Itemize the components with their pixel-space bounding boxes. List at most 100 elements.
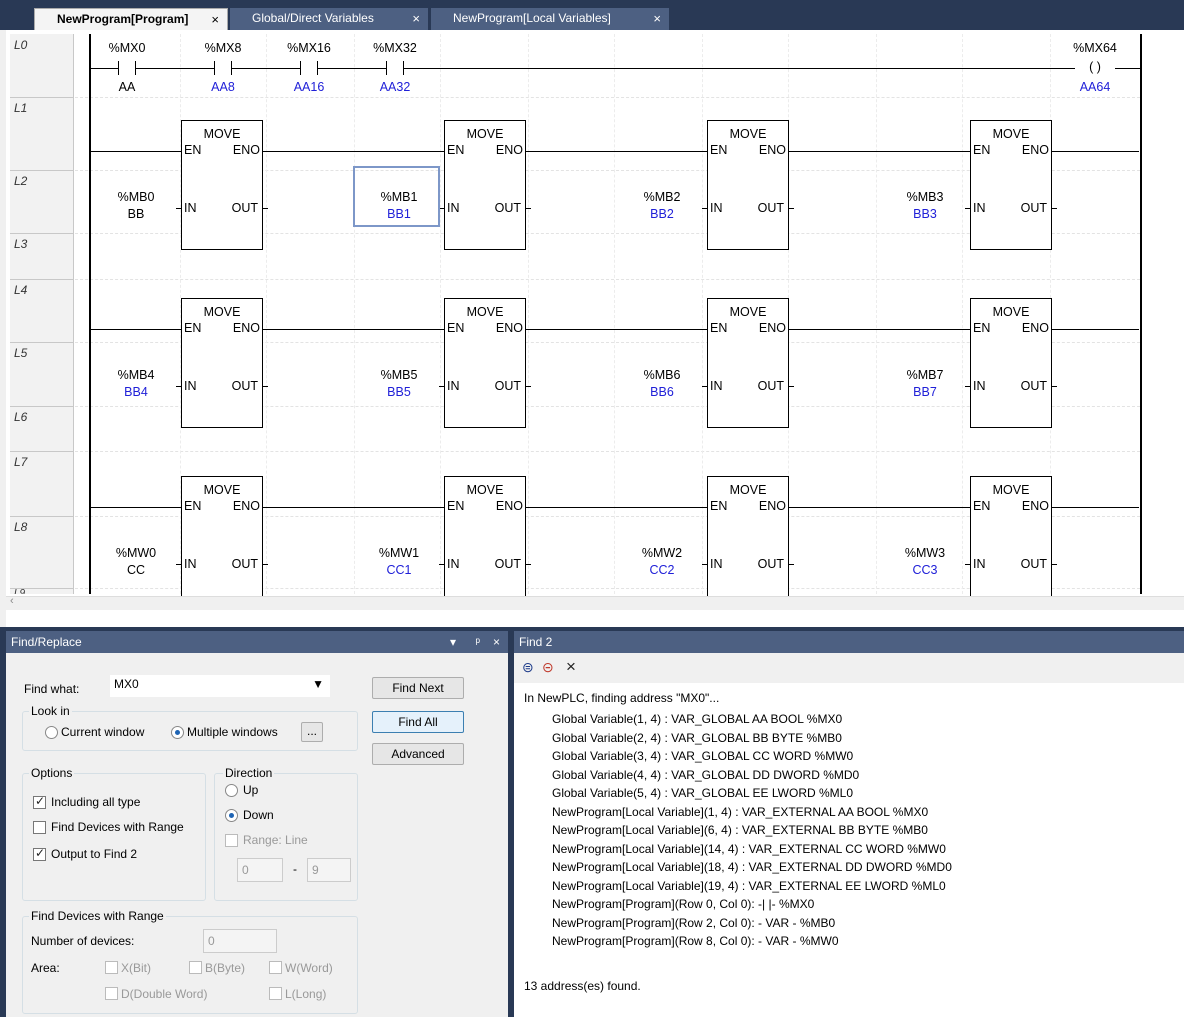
range-line-checkbox[interactable]: [225, 834, 238, 847]
contact-symbol[interactable]: [118, 61, 136, 75]
operand-variable[interactable]: BB4: [101, 385, 171, 400]
selected-cell[interactable]: [353, 166, 440, 227]
find2-result-item[interactable]: Global Variable(4, 4) : VAR_GLOBAL DD DW…: [552, 768, 859, 782]
move-function-block[interactable]: MOVE EN ENO IN OUT: [707, 476, 789, 606]
operand-variable[interactable]: CC2: [627, 563, 697, 578]
clear-results-icon[interactable]: ⊝: [542, 659, 554, 676]
number-of-devices-input[interactable]: 0: [203, 929, 277, 953]
find2-result-item[interactable]: NewProgram[Local Variable](14, 4) : VAR_…: [552, 842, 946, 856]
operand-address[interactable]: %MB2: [627, 190, 697, 205]
find-devices-range-checkbox[interactable]: [33, 821, 46, 834]
horizontal-scrollbar[interactable]: ‹: [6, 595, 1184, 610]
operand-variable[interactable]: BB2: [627, 207, 697, 222]
move-function-block[interactable]: MOVE EN ENO IN OUT: [444, 476, 526, 606]
close-icon[interactable]: ×: [493, 631, 500, 653]
contact-symbol[interactable]: [300, 61, 318, 75]
fb-in-pin: IN: [184, 557, 197, 571]
find2-result-item[interactable]: NewProgram[Program](Row 8, Col 0): - VAR…: [552, 934, 839, 948]
fb-title: MOVE: [729, 127, 767, 141]
contact-symbol[interactable]: [214, 61, 232, 75]
contact-variable[interactable]: AA32: [365, 80, 425, 94]
advanced-button[interactable]: Advanced: [372, 743, 464, 765]
out-pin-stub: [1052, 386, 1057, 387]
operand-address[interactable]: %MB5: [364, 368, 434, 383]
find-next-button[interactable]: Find Next: [372, 677, 464, 699]
operand-variable[interactable]: BB7: [890, 385, 960, 400]
fb-en-pin: EN: [447, 321, 465, 335]
panel-menu-icon[interactable]: ▾: [450, 631, 456, 653]
browse-windows-button[interactable]: ...: [301, 722, 323, 742]
operand-address[interactable]: %MW0: [101, 546, 171, 561]
goto-result-icon[interactable]: ⊜: [522, 659, 534, 676]
find-all-button[interactable]: Find All: [372, 711, 464, 733]
output-find2-checkbox[interactable]: [33, 846, 46, 861]
find2-result-item[interactable]: NewProgram[Local Variable](19, 4) : VAR_…: [552, 879, 946, 893]
operand-variable[interactable]: CC1: [364, 563, 434, 578]
operand-address[interactable]: %MW3: [890, 546, 960, 561]
operand-address[interactable]: %MB0: [101, 190, 171, 205]
contact-symbol[interactable]: [386, 61, 404, 75]
contact-variable[interactable]: AA16: [279, 80, 339, 94]
fb-in-pin: IN: [973, 557, 986, 571]
operand-address[interactable]: %MB7: [890, 368, 960, 383]
operand-variable[interactable]: BB: [101, 207, 171, 222]
area-dword-checkbox[interactable]: [105, 987, 118, 1000]
row-divider: [10, 233, 74, 234]
move-function-block[interactable]: MOVE EN ENO IN OUT: [444, 298, 526, 428]
find2-result-item[interactable]: NewProgram[Program](Row 0, Col 0): -| |-…: [552, 897, 814, 911]
move-function-block[interactable]: MOVE EN ENO IN OUT: [181, 476, 263, 606]
find2-result-item[interactable]: NewProgram[Local Variable](6, 4) : VAR_E…: [552, 823, 928, 837]
operand-variable[interactable]: BB3: [890, 207, 960, 222]
find2-result-item[interactable]: NewProgram[Local Variable](1, 4) : VAR_E…: [552, 805, 928, 819]
direction-down-radio[interactable]: [225, 809, 238, 822]
find-what-combobox[interactable]: MX0 ▼: [110, 675, 330, 697]
coil-symbol[interactable]: ( ): [1075, 60, 1115, 74]
find2-result-item[interactable]: Global Variable(5, 4) : VAR_GLOBAL EE LW…: [552, 786, 853, 800]
area-word-checkbox[interactable]: [269, 961, 282, 974]
coil-variable[interactable]: AA64: [1065, 80, 1125, 94]
operand-variable[interactable]: BB5: [364, 385, 434, 400]
find2-result-item[interactable]: NewProgram[Local Variable](18, 4) : VAR_…: [552, 860, 952, 874]
find2-result-item[interactable]: Global Variable(3, 4) : VAR_GLOBAL CC WO…: [552, 749, 853, 763]
move-function-block[interactable]: MOVE EN ENO IN OUT: [970, 476, 1052, 606]
contact-address: %MX8: [204, 41, 242, 55]
operand-variable[interactable]: CC3: [890, 563, 960, 578]
direction-up-radio[interactable]: [225, 784, 238, 797]
operand-variable[interactable]: CC: [101, 563, 171, 578]
area-long-checkbox[interactable]: [269, 987, 282, 1000]
move-function-block[interactable]: MOVE EN ENO IN OUT: [970, 298, 1052, 428]
operand-variable[interactable]: BB6: [627, 385, 697, 400]
right-power-rail: [1140, 34, 1142, 594]
move-function-block[interactable]: MOVE EN ENO IN OUT: [181, 120, 263, 250]
fb-en-pin: EN: [973, 143, 991, 157]
fb-in-pin: IN: [710, 201, 723, 215]
fb-out-pin: OUT: [494, 379, 521, 393]
move-function-block[interactable]: MOVE EN ENO IN OUT: [444, 120, 526, 250]
operand-address[interactable]: %MB3: [890, 190, 960, 205]
find2-result-item[interactable]: Global Variable(2, 4) : VAR_GLOBAL BB BY…: [552, 731, 842, 745]
move-function-block[interactable]: MOVE EN ENO IN OUT: [181, 298, 263, 428]
contact-variable[interactable]: AA: [97, 80, 157, 94]
current-window-radio[interactable]: [45, 726, 58, 739]
find2-result-item[interactable]: NewProgram[Program](Row 2, Col 0): - VAR…: [552, 916, 835, 930]
including-all-type-checkbox[interactable]: [33, 794, 46, 809]
chevron-down-icon[interactable]: ▼: [312, 675, 324, 693]
area-bit-checkbox[interactable]: [105, 961, 118, 974]
range-from-input[interactable]: 0: [237, 858, 283, 882]
scroll-left-icon[interactable]: ‹: [10, 595, 14, 607]
operand-address[interactable]: %MW2: [627, 546, 697, 561]
move-function-block[interactable]: MOVE EN ENO IN OUT: [707, 120, 789, 250]
operand-address[interactable]: %MW1: [364, 546, 434, 561]
operand-address[interactable]: %MB4: [101, 368, 171, 383]
operand-address[interactable]: %MB6: [627, 368, 697, 383]
close-icon[interactable]: ×: [566, 657, 576, 677]
range-to-input[interactable]: 9: [307, 858, 351, 882]
find-replace-panel-header: Find/Replace ▾ ᵖ ×: [6, 631, 508, 653]
move-function-block[interactable]: MOVE EN ENO IN OUT: [970, 120, 1052, 250]
pin-icon[interactable]: ᵖ: [475, 631, 480, 653]
move-function-block[interactable]: MOVE EN ENO IN OUT: [707, 298, 789, 428]
find2-result-item[interactable]: Global Variable(1, 4) : VAR_GLOBAL AA BO…: [552, 712, 842, 726]
multiple-windows-radio[interactable]: [171, 726, 184, 739]
contact-variable[interactable]: AA8: [193, 80, 253, 94]
area-byte-checkbox[interactable]: [189, 961, 202, 974]
